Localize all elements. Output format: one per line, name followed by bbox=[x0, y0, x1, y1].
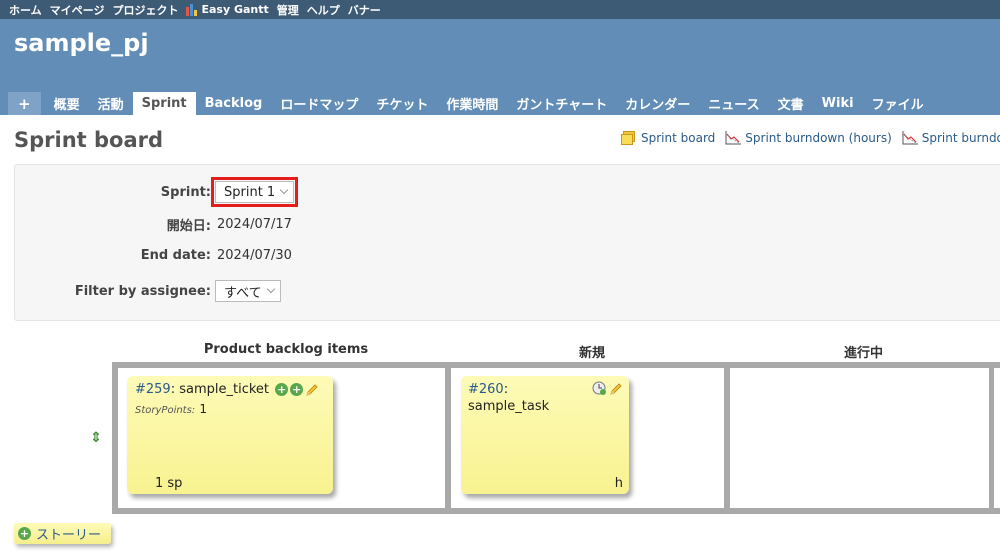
sprint-board-link-label: Sprint board bbox=[641, 131, 716, 145]
clock-icon[interactable] bbox=[592, 381, 607, 396]
assignee-filter-label: Filter by assignee: bbox=[74, 283, 211, 299]
add-icon: + bbox=[18, 527, 31, 540]
in-progress-column bbox=[730, 368, 989, 508]
assignee-filter-select[interactable]: すべて bbox=[215, 280, 281, 302]
topmenu-easy-gantt-label: Easy Gantt bbox=[201, 3, 269, 16]
task-id-link[interactable]: #260 bbox=[468, 382, 504, 397]
tab-roadmap[interactable]: ロードマップ bbox=[271, 92, 367, 115]
topmenu-projects[interactable]: プロジェクト bbox=[112, 2, 178, 18]
story-card[interactable]: #259: sample_ticket + + StoryPoints: 1 1 … bbox=[127, 376, 333, 494]
add-task-icon[interactable]: + bbox=[275, 383, 289, 396]
sprint-burndown-hours-link[interactable]: Sprint burndown (hours) bbox=[725, 131, 892, 145]
sprint-burndown-hours-link-label: Sprint burndown (hours) bbox=[745, 131, 892, 145]
top-menu: ホーム マイページ プロジェクト Easy Gantt 管理 ヘルプ バナー bbox=[0, 0, 1000, 19]
add-story-button[interactable]: + ストーリー bbox=[14, 523, 112, 544]
pencil-icon[interactable] bbox=[609, 382, 623, 396]
sprint-label: Sprint: bbox=[160, 184, 211, 200]
topmenu-mypage[interactable]: マイページ bbox=[50, 2, 105, 18]
chevron-down-icon bbox=[279, 185, 289, 195]
tab-time-entries[interactable]: 作業時間 bbox=[437, 92, 507, 115]
tab-calendar[interactable]: カレンダー bbox=[616, 92, 699, 115]
tab-sprint[interactable]: Sprint bbox=[132, 92, 196, 115]
tab-backlog[interactable]: Backlog bbox=[196, 92, 272, 115]
sprint-filter-panel: Sprint: Sprint 1 開始日: 2024/07/17 End dat… bbox=[14, 164, 1000, 321]
task-hours-footer: h bbox=[614, 476, 623, 491]
chevron-down-icon bbox=[266, 284, 275, 294]
tab-overview[interactable]: 概要 bbox=[45, 92, 89, 115]
end-date-label: End date: bbox=[140, 248, 211, 263]
project-tabs: + 概要 活動 Sprint Backlog ロードマップ チケット 作業時間 … bbox=[8, 88, 933, 115]
sprint-board-link[interactable]: Sprint board bbox=[621, 131, 715, 145]
column-header-in-progress: 進行中 bbox=[843, 346, 883, 361]
sprint-burndown-points-link-label: Sprint burndo bbox=[921, 131, 1000, 145]
end-date-value: 2024/07/30 bbox=[217, 248, 292, 263]
tab-documents[interactable]: 文書 bbox=[769, 92, 813, 115]
task-card[interactable]: #260: sample_task h bbox=[461, 376, 629, 494]
page-title: Sprint board bbox=[14, 128, 164, 152]
start-date-value: 2024/07/17 bbox=[217, 217, 292, 232]
sticky-notes-icon bbox=[621, 131, 637, 145]
story-sp-footer: 1 sp bbox=[155, 476, 183, 491]
contextual-links: Sprint board Sprint burndown (hours) Spr… bbox=[621, 131, 1000, 145]
add-subtask-icon[interactable]: + bbox=[290, 383, 304, 396]
sprint-select-value: Sprint 1 bbox=[224, 184, 276, 200]
add-story-button-label: ストーリー bbox=[36, 528, 102, 543]
tab-files[interactable]: ファイル bbox=[863, 92, 933, 115]
column-header-new: 新規 bbox=[578, 346, 605, 361]
tab-gantt[interactable]: ガントチャート bbox=[507, 92, 616, 115]
column-header-backlog: Product backlog items bbox=[203, 342, 369, 357]
start-date-label: 開始日: bbox=[166, 219, 211, 234]
tab-issues[interactable]: チケット bbox=[367, 92, 437, 115]
tab-wiki[interactable]: Wiki bbox=[813, 92, 863, 115]
topmenu-admin[interactable]: 管理 bbox=[277, 2, 299, 18]
story-id-link[interactable]: #259 bbox=[135, 382, 171, 397]
assignee-filter-value: すべて bbox=[224, 285, 262, 301]
pencil-icon[interactable] bbox=[305, 383, 319, 397]
story-points-label: StoryPoints: bbox=[135, 405, 196, 416]
task-id-colon: : bbox=[503, 382, 509, 397]
tab-news[interactable]: ニュース bbox=[699, 92, 768, 115]
sprint-select[interactable]: Sprint 1 bbox=[210, 177, 299, 207]
topmenu-banner[interactable]: バナー bbox=[348, 2, 381, 18]
story-points-value: 1 bbox=[199, 402, 207, 416]
topmenu-home[interactable]: ホーム bbox=[9, 2, 42, 18]
project-header: sample_pj + 概要 活動 Sprint Backlog ロードマップ … bbox=[0, 19, 1000, 115]
topmenu-help[interactable]: ヘルプ bbox=[307, 2, 340, 18]
next-column bbox=[994, 368, 1000, 508]
tab-activity[interactable]: 活動 bbox=[89, 92, 133, 115]
task-title: sample_task bbox=[468, 399, 550, 414]
sprint-burndown-points-link[interactable]: Sprint burndo bbox=[902, 131, 1000, 145]
drag-handle-icon[interactable]: ⇕ bbox=[90, 430, 102, 446]
story-title: sample_ticket bbox=[179, 382, 270, 397]
project-title: sample_pj bbox=[14, 29, 149, 57]
chart-icon bbox=[725, 131, 742, 145]
chart-icon bbox=[902, 131, 918, 145]
easy-gantt-icon bbox=[186, 3, 198, 16]
story-id-colon: : bbox=[170, 382, 176, 397]
topmenu-easy-gantt[interactable]: Easy Gantt bbox=[186, 3, 269, 16]
new-object-button[interactable]: + bbox=[8, 92, 41, 115]
